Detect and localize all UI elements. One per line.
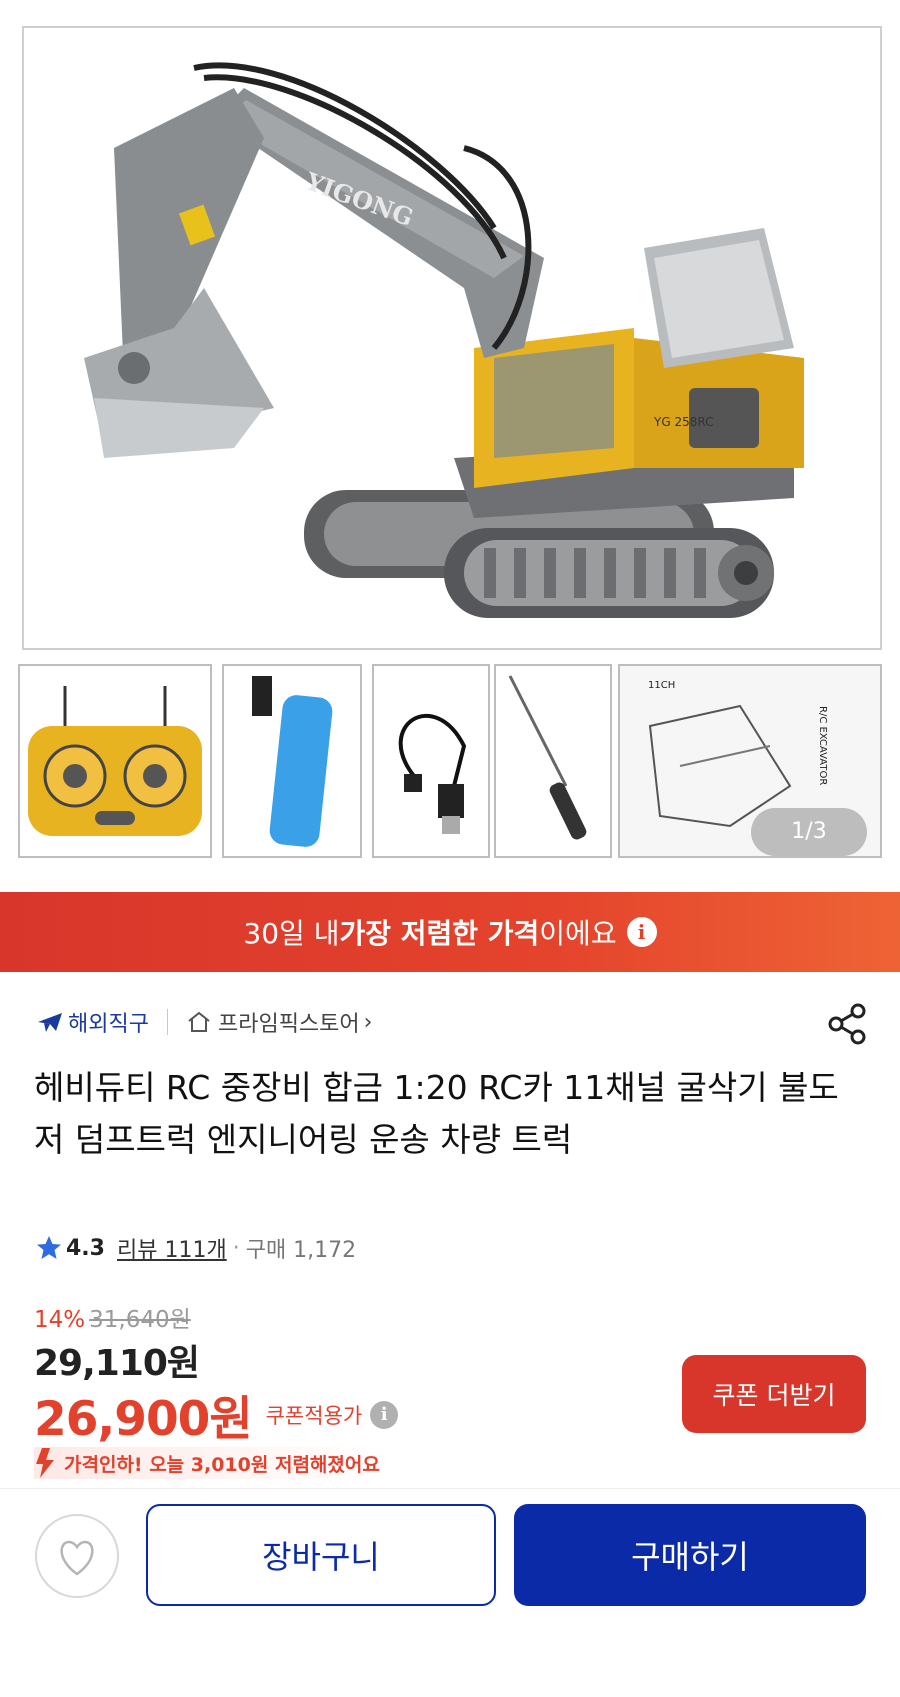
remote-controller-icon <box>28 686 202 836</box>
airplane-icon <box>38 1013 62 1032</box>
discount-row: 14% 31,640원 <box>34 1300 191 1334</box>
buy-now-button[interactable]: 구매하기 <box>514 1504 866 1606</box>
original-price: 31,640원 <box>89 1307 191 1333</box>
rating-separator: · <box>232 1235 240 1261</box>
down-arrow-icon <box>36 1448 54 1478</box>
svg-text:YG 258RC: YG 258RC <box>653 415 713 429</box>
info-icon[interactable]: i <box>626 917 657 947</box>
discount-percent: 14% <box>34 1307 86 1333</box>
coupon-price-label: 쿠폰적용가 <box>265 1403 363 1428</box>
section-divider <box>0 1488 900 1489</box>
lowest-price-banner[interactable]: 30일 내 가장 저렴한 가격 이에요 i <box>0 892 900 972</box>
coupon-price: 26,900원 <box>34 1392 253 1447</box>
chevron-right-icon: › <box>363 1009 373 1035</box>
store-name: 프라임픽스토어 <box>217 1012 360 1037</box>
thumbnail-screwdriver[interactable] <box>494 664 612 858</box>
seller-meta-row: 해외직구 프라임픽스토어 › <box>36 1002 372 1042</box>
info-icon[interactable]: i <box>370 1400 399 1429</box>
battery-icon <box>252 676 333 847</box>
image-counter: 1/3 <box>751 808 867 856</box>
thumbnail-battery[interactable] <box>222 664 362 858</box>
star-icon <box>37 1236 61 1259</box>
review-count-link[interactable]: 리뷰 111개 <box>117 1232 227 1264</box>
rating-row: 4.3 리뷰 111개 · 구매 1,172 <box>36 1228 356 1268</box>
store-link[interactable]: 프라임픽스토어 › <box>186 1006 373 1038</box>
thumbnail-remote-controller[interactable] <box>18 664 212 858</box>
home-icon <box>188 1011 210 1032</box>
excavator-illustration: YG 258RC YIGONG <box>84 62 804 618</box>
product-title: 헤비듀티 RC 중장비 합금 1:20 RC카 11채널 굴삭기 불도저 덤프트… <box>34 1068 839 1159</box>
product-gallery[interactable]: YG 258RC YIGONG R/C EXCAVATOR 11CH 1/3 <box>0 0 900 892</box>
main-product-image[interactable]: YG 258RC YIGONG <box>22 26 882 650</box>
banner-prefix: 30일 내 <box>243 917 340 950</box>
banner-suffix: 이에요 <box>539 917 617 950</box>
svg-text:R/C EXCAVATOR: R/C EXCAVATOR <box>817 706 828 785</box>
share-button[interactable] <box>826 1002 870 1046</box>
add-to-cart-button[interactable]: 장바구니 <box>146 1504 496 1606</box>
thumbnail-usb-cable[interactable] <box>372 664 490 858</box>
usb-cable-icon <box>398 714 467 834</box>
price-drop-notice: 가격인하! 오늘 3,010원 저렴해졌어요 <box>34 1447 392 1479</box>
overseas-direct-badge[interactable]: 해외직구 <box>36 1006 149 1038</box>
coupon-price-row: 26,900원 쿠폰적용가 i <box>34 1380 399 1449</box>
price-drop-text: 가격인하! 오늘 3,010원 저렴해졌어요 <box>64 1453 380 1476</box>
overseas-label: 해외직구 <box>68 1012 149 1037</box>
screwdriver-icon <box>508 675 587 840</box>
banner-highlight: 가장 저렴한 가격 <box>339 917 540 950</box>
rating-score: 4.3 <box>66 1235 105 1261</box>
heart-icon <box>60 1540 94 1576</box>
svg-text:11CH: 11CH <box>648 680 675 691</box>
purchase-count: 구매 1,172 <box>245 1238 357 1263</box>
meta-divider <box>166 1009 168 1035</box>
sale-price: 29,110원 <box>34 1343 200 1384</box>
share-icon <box>828 1003 866 1045</box>
get-more-coupons-button[interactable]: 쿠폰 더받기 <box>682 1355 866 1433</box>
wishlist-button[interactable] <box>35 1514 119 1598</box>
